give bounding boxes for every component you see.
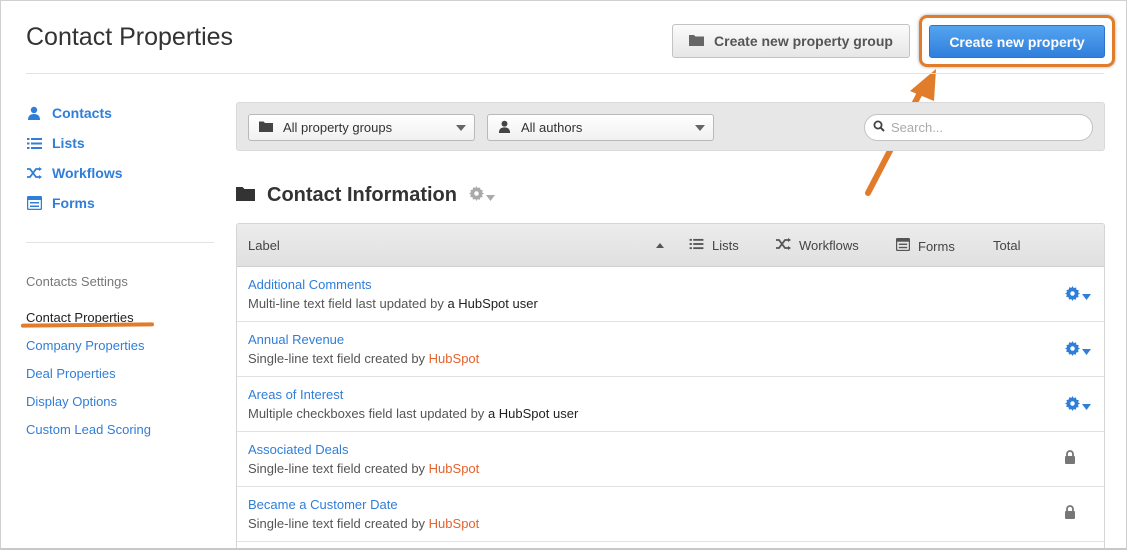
gear-icon — [469, 184, 484, 207]
header-divider — [26, 73, 1104, 74]
settings-link-deal-properties[interactable]: Deal Properties — [26, 366, 116, 381]
column-header-total[interactable]: Total — [993, 238, 1020, 253]
column-header-lists-text: Lists — [712, 238, 739, 253]
folder-icon — [236, 184, 255, 207]
property-author: HubSpot — [428, 461, 480, 476]
sidebar-item-label: Lists — [52, 135, 85, 151]
property-name-link[interactable]: Areas of Interest — [248, 387, 343, 402]
column-header-forms[interactable]: Forms — [895, 237, 955, 254]
column-header-total-text: Total — [993, 238, 1021, 253]
property-name-link[interactable]: Became a Customer Date — [248, 497, 398, 512]
table-row: Annual Revenue Single-line text field cre… — [237, 322, 1104, 377]
property-group-title: Contact Information — [267, 183, 457, 206]
row-actions-menu[interactable] — [1065, 286, 1091, 306]
shuffle-icon — [776, 238, 791, 253]
property-author: a HubSpot user — [447, 296, 538, 311]
chevron-down-icon — [486, 184, 495, 207]
sidebar-item-label: Workflows — [52, 165, 123, 181]
list-icon — [689, 238, 704, 253]
row-actions-menu[interactable] — [1065, 396, 1091, 416]
table-row: Became a Customer Date Single-line text f… — [237, 487, 1104, 542]
author-select-value: All authors — [521, 120, 583, 135]
group-settings-menu[interactable] — [469, 184, 495, 207]
sidebar-item-contacts[interactable]: Contacts — [26, 103, 112, 123]
property-author: a HubSpot user — [487, 406, 579, 421]
property-description: Single-line text field created by HubSpo… — [248, 351, 479, 366]
gear-icon — [1065, 341, 1080, 361]
chevron-down-icon — [456, 125, 466, 131]
property-author: HubSpot — [428, 351, 480, 366]
search-icon — [873, 119, 885, 137]
folder-icon — [689, 33, 705, 49]
create-property-group-button[interactable]: Create new property group — [672, 24, 910, 58]
column-header-workflows[interactable]: Workflows — [776, 238, 859, 253]
chevron-down-icon — [1082, 342, 1091, 360]
chevron-down-icon — [695, 125, 705, 131]
list-icon — [26, 135, 42, 151]
column-header-label-text: Label — [248, 238, 280, 253]
property-name-link[interactable]: Associated Deals — [248, 442, 348, 457]
property-description: Multi-line text field last updated by a … — [248, 296, 538, 311]
properties-table: Label Lists Workflows Forms Total Additi… — [236, 223, 1105, 548]
settings-link-display-options[interactable]: Display Options — [26, 394, 117, 409]
person-icon — [26, 105, 42, 121]
sidebar-item-lists[interactable]: Lists — [26, 133, 85, 153]
table-row: Areas of Interest Multiple checkboxes fie… — [237, 377, 1104, 432]
property-name-link[interactable]: Additional Comments — [248, 277, 372, 292]
table-row: Associated Deals Single-line text field c… — [237, 432, 1104, 487]
property-description: Multiple checkboxes field last updated b… — [248, 406, 578, 421]
lock-icon — [1064, 505, 1076, 524]
lock-icon — [1064, 450, 1076, 469]
shuffle-icon — [26, 165, 42, 181]
author-select[interactable]: All authors — [487, 114, 714, 141]
table-row: Additional Comments Multi-line text field… — [237, 267, 1104, 322]
create-property-group-label: Create new property group — [714, 33, 893, 49]
filter-bar: All property groups All authors — [236, 102, 1105, 151]
settings-section-title: Contacts Settings — [26, 274, 128, 289]
gear-icon — [1065, 286, 1080, 306]
annotation-highlight-box — [919, 15, 1115, 67]
property-description-text: Single-line text field created by — [248, 516, 426, 531]
search-input[interactable] — [891, 120, 1081, 135]
form-icon — [26, 195, 42, 211]
search-box[interactable] — [864, 114, 1093, 141]
form-icon — [895, 237, 911, 254]
property-description-text: Single-line text field created by — [248, 351, 426, 366]
property-description: Single-line text field created by HubSpo… — [248, 516, 479, 531]
sidebar-item-label: Contacts — [52, 105, 112, 121]
settings-link-custom-lead-scoring[interactable]: Custom Lead Scoring — [26, 422, 151, 437]
property-author: HubSpot — [428, 516, 480, 531]
row-actions-menu[interactable] — [1065, 341, 1091, 361]
property-description-text: Single-line text field created by — [248, 461, 426, 476]
folder-icon — [259, 120, 273, 135]
property-description: Single-line text field created by HubSpo… — [248, 461, 479, 476]
chevron-down-icon — [1082, 287, 1091, 305]
property-description-text: Multiple checkboxes field last updated b… — [248, 406, 485, 421]
column-header-workflows-text: Workflows — [799, 238, 859, 253]
sidebar-divider — [26, 242, 214, 243]
property-group-select-value: All property groups — [283, 120, 393, 135]
gear-icon — [1065, 396, 1080, 416]
person-icon — [498, 120, 511, 136]
table-header: Label Lists Workflows Forms Total — [237, 224, 1104, 267]
property-description-text: Multi-line text field last updated by — [248, 296, 444, 311]
page-title: Contact Properties — [26, 23, 234, 51]
property-group-heading: Contact Information — [236, 182, 495, 208]
property-name-link[interactable]: Annual Revenue — [248, 332, 344, 347]
sidebar-item-label: Forms — [52, 195, 95, 211]
property-group-select[interactable]: All property groups — [248, 114, 475, 141]
sidebar-item-forms[interactable]: Forms — [26, 193, 95, 213]
column-header-forms-text: Forms — [918, 238, 955, 254]
sidebar-item-workflows[interactable]: Workflows — [26, 163, 123, 183]
column-header-lists[interactable]: Lists — [689, 238, 739, 253]
sort-ascending-icon[interactable] — [656, 243, 664, 248]
column-header-label[interactable]: Label — [248, 238, 280, 253]
chevron-down-icon — [1082, 397, 1091, 415]
annotation-underline — [20, 322, 155, 328]
app-frame: Contact Properties Create new property g… — [0, 0, 1127, 550]
settings-link-company-properties[interactable]: Company Properties — [26, 338, 145, 353]
